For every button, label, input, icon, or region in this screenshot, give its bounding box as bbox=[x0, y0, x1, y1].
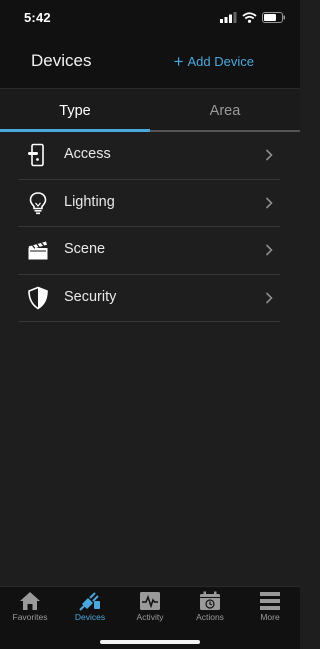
list-item-scene[interactable]: Scene bbox=[0, 227, 300, 275]
status-icons bbox=[220, 12, 286, 23]
tabbar-label-more: More bbox=[260, 612, 280, 622]
status-bar: 5:42 bbox=[0, 0, 300, 36]
list-item-access[interactable]: Access bbox=[0, 132, 300, 180]
tabbar-label-devices: Devices bbox=[74, 612, 106, 622]
shield-icon bbox=[28, 286, 48, 309]
door-lock-icon bbox=[28, 143, 44, 167]
tabbar-item-more[interactable]: More bbox=[240, 587, 300, 627]
add-device-button[interactable]: + Add Device bbox=[173, 52, 254, 71]
plus-icon: + bbox=[173, 52, 184, 71]
list-item-label: Scene bbox=[64, 241, 106, 257]
chevron-right-icon bbox=[265, 196, 273, 209]
list-item-label: Lighting bbox=[64, 193, 115, 210]
tabbar-item-devices[interactable]: Devices bbox=[60, 587, 120, 627]
menu-icon bbox=[260, 592, 280, 610]
list-item-label: Security bbox=[64, 288, 117, 305]
header: Devices + Add Device bbox=[0, 36, 300, 88]
device-type-list: Access Lighting Scene Security bbox=[0, 132, 300, 322]
tabbar-item-activity[interactable]: Activity bbox=[120, 587, 180, 627]
activity-icon bbox=[140, 592, 160, 610]
list-item-security[interactable]: Security bbox=[0, 275, 300, 323]
page-title: Devices bbox=[31, 51, 92, 70]
tab-type[interactable]: Type bbox=[0, 89, 150, 133]
chevron-right-icon bbox=[265, 149, 273, 161]
wifi-icon bbox=[242, 12, 257, 23]
segment-tabs: Type Area bbox=[0, 88, 300, 132]
list-item-lighting[interactable]: Lighting bbox=[0, 180, 300, 228]
clapperboard-icon bbox=[28, 241, 48, 260]
calendar-clock-icon bbox=[200, 591, 220, 610]
chevron-right-icon bbox=[265, 291, 273, 304]
tabbar-label-actions: Actions bbox=[196, 612, 224, 622]
status-time: 5:42 bbox=[24, 10, 51, 25]
chevron-right-icon bbox=[265, 244, 273, 256]
home-indicator[interactable] bbox=[100, 640, 200, 644]
lightbulb-icon bbox=[29, 191, 47, 214]
home-icon bbox=[20, 592, 40, 610]
devices-plug-icon bbox=[79, 592, 100, 611]
tabbar-item-favorites[interactable]: Favorites bbox=[0, 587, 60, 627]
devices-screen: 5:42 Devices + Add Device Type Area Acce… bbox=[0, 0, 300, 649]
battery-icon bbox=[262, 12, 285, 23]
signal-icon bbox=[220, 12, 237, 23]
tabbar-item-actions[interactable]: Actions bbox=[180, 587, 240, 627]
tab-area[interactable]: Area bbox=[150, 89, 300, 133]
list-item-label: Access bbox=[64, 146, 111, 162]
add-device-label: Add Device bbox=[187, 54, 254, 69]
tabbar-label-activity: Activity bbox=[136, 612, 164, 622]
tabbar-label-favorites: Favorites bbox=[12, 612, 48, 622]
